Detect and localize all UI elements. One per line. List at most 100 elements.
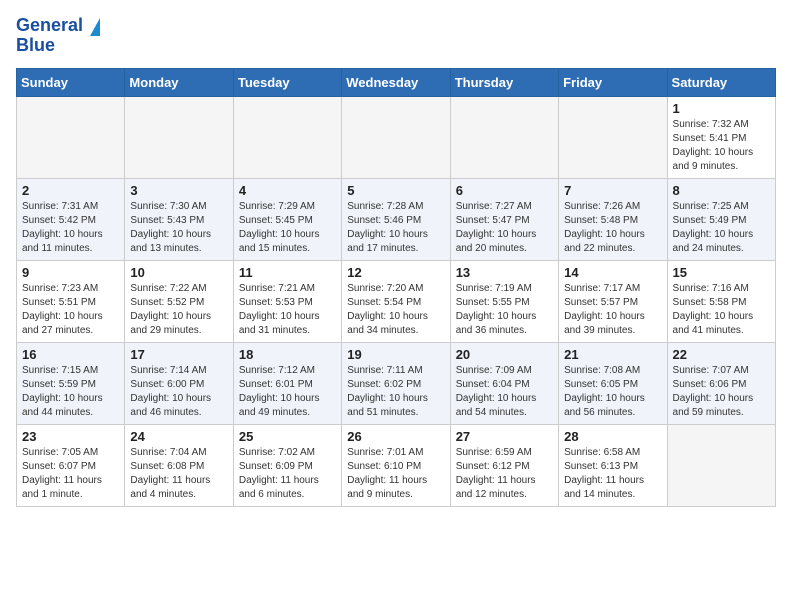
column-header-thursday: Thursday xyxy=(450,69,558,97)
calendar-cell xyxy=(667,425,775,507)
day-info: Sunrise: 7:31 AM Sunset: 5:42 PM Dayligh… xyxy=(22,200,119,256)
day-info: Sunrise: 7:21 AM Sunset: 5:53 PM Dayligh… xyxy=(239,282,336,338)
page-header: General Blue xyxy=(16,16,776,56)
column-header-sunday: Sunday xyxy=(17,69,125,97)
calendar-cell: 25Sunrise: 7:02 AM Sunset: 6:09 PM Dayli… xyxy=(233,425,341,507)
day-info: Sunrise: 7:28 AM Sunset: 5:46 PM Dayligh… xyxy=(347,200,444,256)
day-info: Sunrise: 7:07 AM Sunset: 6:06 PM Dayligh… xyxy=(673,364,770,420)
day-number: 28 xyxy=(564,429,661,444)
column-header-tuesday: Tuesday xyxy=(233,69,341,97)
calendar-cell: 9 Sunrise: 7:23 AM Sunset: 5:51 PM Daylig… xyxy=(17,261,125,343)
day-number: 24 xyxy=(130,429,227,444)
calendar-cell: 22 Sunrise: 7:07 AM Sunset: 6:06 PM Dayli… xyxy=(667,343,775,425)
calendar-cell: 17 Sunrise: 7:14 AM Sunset: 6:00 PM Dayli… xyxy=(125,343,233,425)
day-info: Sunrise: 7:22 AM Sunset: 5:52 PM Dayligh… xyxy=(130,282,227,338)
calendar-cell: 13 Sunrise: 7:19 AM Sunset: 5:55 PM Dayli… xyxy=(450,261,558,343)
calendar-cell: 16 Sunrise: 7:15 AM Sunset: 5:59 PM Dayli… xyxy=(17,343,125,425)
calendar-week-row: 1Sunrise: 7:32 AM Sunset: 5:41 PM Daylig… xyxy=(17,97,776,179)
calendar-cell: 19 Sunrise: 7:11 AM Sunset: 6:02 PM Dayli… xyxy=(342,343,450,425)
day-info: Sunrise: 7:27 AM Sunset: 5:47 PM Dayligh… xyxy=(456,200,553,256)
day-number: 25 xyxy=(239,429,336,444)
calendar-cell: 1Sunrise: 7:32 AM Sunset: 5:41 PM Daylig… xyxy=(667,97,775,179)
day-info: Sunrise: 7:17 AM Sunset: 5:57 PM Dayligh… xyxy=(564,282,661,338)
logo-text-general: General xyxy=(16,15,83,35)
day-info: Sunrise: 7:19 AM Sunset: 5:55 PM Dayligh… xyxy=(456,282,553,338)
day-number: 3 xyxy=(130,183,227,198)
day-info: Sunrise: 7:25 AM Sunset: 5:49 PM Dayligh… xyxy=(673,200,770,256)
calendar-cell: 21 Sunrise: 7:08 AM Sunset: 6:05 PM Dayli… xyxy=(559,343,667,425)
calendar-cell: 11Sunrise: 7:21 AM Sunset: 5:53 PM Dayli… xyxy=(233,261,341,343)
column-header-saturday: Saturday xyxy=(667,69,775,97)
day-number: 4 xyxy=(239,183,336,198)
day-number: 14 xyxy=(564,265,661,280)
day-number: 10 xyxy=(130,265,227,280)
calendar-cell: 28 Sunrise: 6:58 AM Sunset: 6:13 PM Dayli… xyxy=(559,425,667,507)
calendar-cell: 18Sunrise: 7:12 AM Sunset: 6:01 PM Dayli… xyxy=(233,343,341,425)
day-info: Sunrise: 7:05 AM Sunset: 6:07 PM Dayligh… xyxy=(22,446,119,502)
day-number: 16 xyxy=(22,347,119,362)
calendar-week-row: 9 Sunrise: 7:23 AM Sunset: 5:51 PM Daylig… xyxy=(17,261,776,343)
calendar-cell: 2Sunrise: 7:31 AM Sunset: 5:42 PM Daylig… xyxy=(17,179,125,261)
day-number: 8 xyxy=(673,183,770,198)
day-info: Sunrise: 7:20 AM Sunset: 5:54 PM Dayligh… xyxy=(347,282,444,338)
day-number: 12 xyxy=(347,265,444,280)
calendar-cell xyxy=(233,97,341,179)
calendar-cell: 20 Sunrise: 7:09 AM Sunset: 6:04 PM Dayli… xyxy=(450,343,558,425)
day-info: Sunrise: 7:29 AM Sunset: 5:45 PM Dayligh… xyxy=(239,200,336,256)
calendar-cell xyxy=(450,97,558,179)
day-info: Sunrise: 7:01 AM Sunset: 6:10 PM Dayligh… xyxy=(347,446,444,502)
day-info: Sunrise: 7:30 AM Sunset: 5:43 PM Dayligh… xyxy=(130,200,227,256)
day-info: Sunrise: 7:32 AM Sunset: 5:41 PM Dayligh… xyxy=(673,118,770,174)
column-header-friday: Friday xyxy=(559,69,667,97)
day-number: 19 xyxy=(347,347,444,362)
day-info: Sunrise: 6:58 AM Sunset: 6:13 PM Dayligh… xyxy=(564,446,661,502)
calendar-cell: 4 Sunrise: 7:29 AM Sunset: 5:45 PM Daylig… xyxy=(233,179,341,261)
calendar-cell: 27 Sunrise: 6:59 AM Sunset: 6:12 PM Dayli… xyxy=(450,425,558,507)
logo: General Blue xyxy=(16,16,100,56)
logo-text-blue: Blue xyxy=(16,35,55,55)
calendar-cell: 3 Sunrise: 7:30 AM Sunset: 5:43 PM Daylig… xyxy=(125,179,233,261)
calendar-header-row: SundayMondayTuesdayWednesdayThursdayFrid… xyxy=(17,69,776,97)
day-number: 26 xyxy=(347,429,444,444)
day-number: 27 xyxy=(456,429,553,444)
calendar-cell: 14 Sunrise: 7:17 AM Sunset: 5:57 PM Dayli… xyxy=(559,261,667,343)
calendar-cell: 15 Sunrise: 7:16 AM Sunset: 5:58 PM Dayli… xyxy=(667,261,775,343)
calendar-cell xyxy=(559,97,667,179)
calendar-week-row: 16 Sunrise: 7:15 AM Sunset: 5:59 PM Dayli… xyxy=(17,343,776,425)
day-number: 21 xyxy=(564,347,661,362)
calendar-cell xyxy=(342,97,450,179)
day-info: Sunrise: 7:16 AM Sunset: 5:58 PM Dayligh… xyxy=(673,282,770,338)
calendar-cell: 8 Sunrise: 7:25 AM Sunset: 5:49 PM Daylig… xyxy=(667,179,775,261)
calendar-cell: 26 Sunrise: 7:01 AM Sunset: 6:10 PM Dayli… xyxy=(342,425,450,507)
calendar-cell xyxy=(125,97,233,179)
day-info: Sunrise: 7:04 AM Sunset: 6:08 PM Dayligh… xyxy=(130,446,227,502)
day-number: 20 xyxy=(456,347,553,362)
column-header-wednesday: Wednesday xyxy=(342,69,450,97)
calendar-cell: 23 Sunrise: 7:05 AM Sunset: 6:07 PM Dayli… xyxy=(17,425,125,507)
day-number: 23 xyxy=(22,429,119,444)
day-info: Sunrise: 7:14 AM Sunset: 6:00 PM Dayligh… xyxy=(130,364,227,420)
calendar-table: SundayMondayTuesdayWednesdayThursdayFrid… xyxy=(16,68,776,507)
day-number: 15 xyxy=(673,265,770,280)
calendar-cell: 24 Sunrise: 7:04 AM Sunset: 6:08 PM Dayli… xyxy=(125,425,233,507)
day-number: 6 xyxy=(456,183,553,198)
day-number: 18 xyxy=(239,347,336,362)
calendar-cell: 6 Sunrise: 7:27 AM Sunset: 5:47 PM Daylig… xyxy=(450,179,558,261)
day-number: 17 xyxy=(130,347,227,362)
day-info: Sunrise: 7:11 AM Sunset: 6:02 PM Dayligh… xyxy=(347,364,444,420)
day-info: Sunrise: 7:26 AM Sunset: 5:48 PM Dayligh… xyxy=(564,200,661,256)
day-info: Sunrise: 6:59 AM Sunset: 6:12 PM Dayligh… xyxy=(456,446,553,502)
calendar-week-row: 2Sunrise: 7:31 AM Sunset: 5:42 PM Daylig… xyxy=(17,179,776,261)
day-info: Sunrise: 7:09 AM Sunset: 6:04 PM Dayligh… xyxy=(456,364,553,420)
day-info: Sunrise: 7:08 AM Sunset: 6:05 PM Dayligh… xyxy=(564,364,661,420)
logo-triangle-icon xyxy=(90,18,100,36)
day-info: Sunrise: 7:23 AM Sunset: 5:51 PM Dayligh… xyxy=(22,282,119,338)
day-info: Sunrise: 7:15 AM Sunset: 5:59 PM Dayligh… xyxy=(22,364,119,420)
day-number: 7 xyxy=(564,183,661,198)
day-number: 13 xyxy=(456,265,553,280)
day-number: 9 xyxy=(22,265,119,280)
day-number: 5 xyxy=(347,183,444,198)
calendar-cell: 10 Sunrise: 7:22 AM Sunset: 5:52 PM Dayli… xyxy=(125,261,233,343)
day-number: 22 xyxy=(673,347,770,362)
column-header-monday: Monday xyxy=(125,69,233,97)
